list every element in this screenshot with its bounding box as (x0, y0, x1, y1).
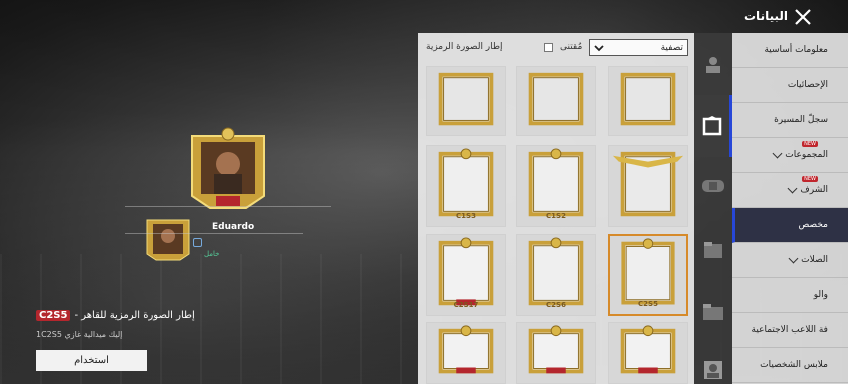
frame-icon (620, 325, 676, 374)
frame-tag: C1S3 (456, 212, 476, 220)
new-badge: NEW (802, 176, 818, 182)
rail-frame-icon[interactable] (694, 95, 732, 157)
nav-item-label: معلومات أساسية (764, 45, 828, 55)
panel-title: إطار الصورة الرمزية (426, 42, 503, 52)
item-title-text: إطار الصورة الرمزية للقاهر - (74, 310, 195, 321)
nav-item[interactable]: NEW الشرف (732, 173, 848, 208)
frame-option[interactable]: C2S5 (608, 234, 688, 316)
owned-label: مُقتنى (560, 42, 583, 52)
frame-option[interactable] (608, 322, 688, 384)
frame-tag: C1S2 (546, 212, 566, 220)
name-divider (125, 233, 303, 234)
nav-item-label: فة اللاعب الاجتماعية (751, 325, 828, 335)
frame-option[interactable]: C1S3 (426, 145, 506, 227)
preview-divider (125, 206, 331, 207)
rail-folder-icon[interactable] (694, 292, 732, 332)
status-icon (193, 238, 202, 247)
nav-item[interactable]: الإحصائيات (732, 68, 848, 103)
frame-tag: C2S6 (546, 301, 566, 309)
frame-icon (438, 72, 494, 126)
nav-item[interactable]: معلومات أساسية (732, 33, 848, 68)
chevron-down-icon (772, 148, 783, 159)
nav-item[interactable]: NEW المجموعات (732, 138, 848, 173)
frame-option[interactable] (426, 322, 506, 384)
close-icon[interactable] (793, 7, 813, 27)
frame-icon (438, 325, 494, 374)
nav-item-label: الصلات (801, 255, 828, 265)
rail-card-icon[interactable] (694, 166, 732, 206)
owned-checkbox[interactable] (544, 43, 553, 52)
nav-item[interactable]: والو (732, 278, 848, 313)
page-title: البيانات (744, 9, 788, 23)
frame-option[interactable] (516, 322, 596, 384)
player-status: خامل (204, 250, 220, 258)
filter-label: تصفية (660, 42, 683, 53)
nav-item[interactable]: مخصص (732, 208, 848, 243)
frame-tag: C2S17 (453, 301, 479, 309)
item-title: إطار الصورة الرمزية للقاهر - C2S5 (36, 310, 195, 321)
player-name: Eduardo (212, 222, 255, 232)
frame-option[interactable] (426, 66, 506, 136)
nav-item-label: ملابس الشخصيات (760, 360, 828, 370)
chevron-down-icon (788, 253, 799, 264)
use-button[interactable]: استخدام (36, 350, 147, 371)
frame-icon (528, 325, 584, 374)
nav-item-label: الإحصائيات (787, 80, 828, 90)
filter-dropdown[interactable]: تصفية (589, 39, 688, 56)
nav-item[interactable]: ملابس الشخصيات (732, 348, 848, 383)
nav-item-label: المجموعات (785, 150, 828, 160)
frame-option[interactable]: C2S6 (516, 234, 596, 316)
frame-tag: C2S5 (638, 300, 658, 308)
nav-item-label: سجلّ المسيرة (774, 115, 828, 125)
nav-item-label: الشرف (800, 185, 828, 195)
frame-option[interactable] (516, 66, 596, 136)
chevron-down-icon (594, 44, 604, 51)
frame-option[interactable]: C1S2 (516, 145, 596, 227)
frame-option[interactable] (608, 145, 688, 227)
frame-option[interactable] (608, 66, 688, 136)
frame-icon (528, 72, 584, 126)
rail-banner-icon[interactable] (694, 230, 732, 270)
rail-profile-icon[interactable] (694, 350, 732, 384)
rail-avatar-icon[interactable] (694, 45, 732, 85)
avatar-frame-preview (186, 126, 270, 210)
nav-item-label: مخصص (798, 220, 828, 230)
nav-item[interactable]: سجلّ المسيرة (732, 103, 848, 138)
nav-item[interactable]: الصلات (732, 243, 848, 278)
frame-option[interactable]: C2S17 (426, 234, 506, 316)
frame-icon (612, 151, 684, 217)
chevron-down-icon (787, 183, 798, 194)
nav-item-label: والو (813, 290, 828, 300)
frame-icon (620, 72, 676, 126)
new-badge: NEW (802, 141, 818, 147)
nav-item[interactable]: فة اللاعب الاجتماعية (732, 313, 848, 348)
item-tag-badge: C2S5 (36, 310, 71, 321)
avatar-frame-small[interactable] (144, 216, 192, 262)
item-description: إليك ميدالية غازي 1C2S5 (36, 330, 123, 339)
